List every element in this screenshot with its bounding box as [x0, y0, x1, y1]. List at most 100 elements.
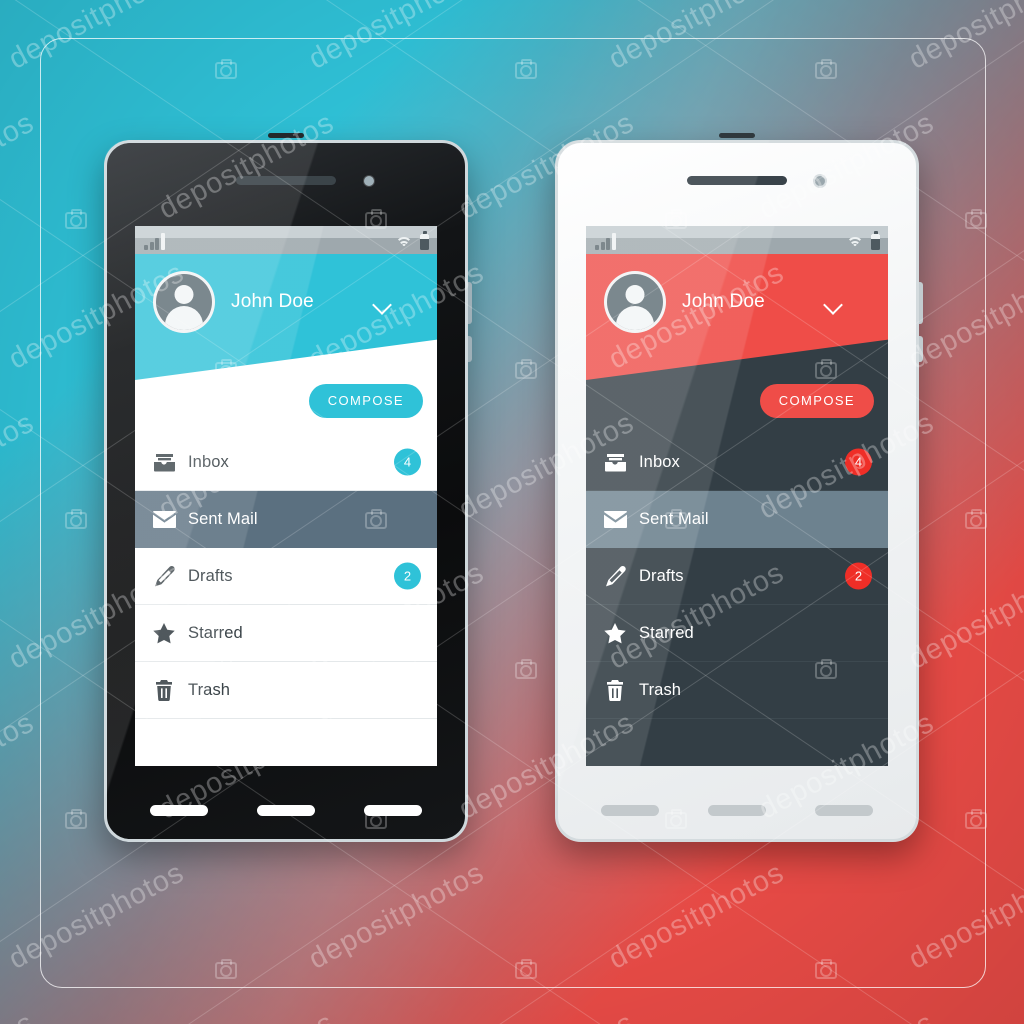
volume-up-button[interactable] — [919, 282, 923, 324]
watermark-text: depositphotos — [0, 406, 40, 526]
watermark-text: depositphotos — [603, 856, 790, 976]
pencil-icon — [602, 564, 628, 588]
profile-block[interactable]: John Doe — [153, 271, 314, 333]
camera-icon — [65, 209, 87, 229]
status-badge: 2 — [845, 562, 872, 590]
poster-canvas: John Doe COMPOSE Inbox 4 Sent Mail Draft… — [0, 0, 1024, 1024]
camera-icon — [215, 959, 237, 979]
camera-icon — [965, 809, 987, 829]
watermark-text: depositphotos — [303, 0, 490, 76]
sidebar-item-inbox[interactable]: Inbox 4 — [135, 434, 437, 491]
watermark-text: depositphotos — [0, 706, 40, 826]
navigation-keys — [104, 805, 468, 816]
trash-icon — [602, 678, 628, 702]
sidebar-item-label: Drafts — [188, 566, 233, 585]
star-icon — [602, 621, 628, 645]
recents-key[interactable] — [363, 805, 422, 816]
speaker-grille — [687, 176, 787, 185]
app-header: John Doe — [586, 254, 888, 380]
back-key[interactable] — [601, 805, 660, 816]
recents-key[interactable] — [814, 805, 873, 816]
sidebar-item-label: Starred — [188, 623, 243, 642]
app-header: John Doe — [135, 254, 437, 380]
sidebar-item-inbox[interactable]: Inbox 4 — [586, 434, 888, 491]
sidebar-item-trash[interactable]: Trash — [135, 662, 437, 719]
front-camera-icon — [815, 176, 825, 186]
avatar[interactable] — [604, 271, 666, 333]
status-bar-right — [846, 231, 880, 250]
sidebar-item-trash[interactable]: Trash — [586, 662, 888, 719]
wifi-icon — [395, 237, 412, 250]
compose-wrap: COMPOSE — [308, 384, 423, 418]
watermark-text: depositphotos — [903, 556, 1024, 676]
watermark-text: depositphotos — [903, 0, 1024, 76]
home-key[interactable] — [707, 805, 766, 816]
star-icon — [151, 621, 177, 645]
mail-app-red: John Doe COMPOSE Inbox 4 Sent Mail Draft… — [586, 254, 888, 766]
inbox-icon — [602, 450, 628, 474]
watermark-text: depositphotos — [0, 106, 40, 226]
watermark-text: depositphotos — [454, 1006, 640, 1024]
watermark-text: depositphotos — [603, 0, 790, 76]
sidebar-item-label: Inbox — [188, 452, 229, 471]
wifi-icon — [846, 237, 863, 250]
chevron-down-icon[interactable] — [374, 298, 391, 315]
user-name: John Doe — [682, 291, 765, 312]
screen-light: John Doe COMPOSE Inbox 4 Sent Mail Draft… — [586, 226, 888, 766]
home-key[interactable] — [256, 805, 315, 816]
watermark-text: depositphotos — [903, 856, 1024, 976]
status-bar — [586, 226, 888, 254]
signal-bars-icon — [144, 233, 165, 250]
avatar[interactable] — [153, 271, 215, 333]
chevron-down-icon[interactable] — [825, 298, 842, 315]
top-earpiece-slot — [268, 133, 304, 138]
compose-button[interactable]: COMPOSE — [759, 384, 874, 418]
camera-icon — [515, 359, 537, 379]
nav-menu: Inbox 4 Sent Mail Drafts 2 Starred Trash — [135, 434, 437, 719]
back-key[interactable] — [150, 805, 209, 816]
volume-down-button[interactable] — [468, 336, 472, 362]
sidebar-item-sent-mail[interactable]: Sent Mail — [135, 491, 437, 548]
compose-button[interactable]: COMPOSE — [308, 384, 423, 418]
battery-icon — [871, 231, 880, 250]
envelope-icon — [602, 507, 628, 531]
sidebar-item-label: Sent Mail — [639, 509, 709, 528]
camera-icon — [815, 959, 837, 979]
camera-icon — [215, 59, 237, 79]
sidebar-item-label: Sent Mail — [188, 509, 258, 528]
camera-icon — [65, 809, 87, 829]
volume-up-button[interactable] — [468, 282, 472, 324]
phone-light: John Doe COMPOSE Inbox 4 Sent Mail Draft… — [555, 133, 923, 842]
watermark-text: depositphotos — [3, 0, 190, 76]
envelope-icon — [151, 507, 177, 531]
sidebar-item-drafts[interactable]: Drafts 2 — [135, 548, 437, 605]
camera-icon — [515, 59, 537, 79]
sidebar-item-starred[interactable]: Starred — [135, 605, 437, 662]
nav-menu: Inbox 4 Sent Mail Drafts 2 Starred Trash — [586, 434, 888, 719]
user-name: John Doe — [231, 291, 314, 312]
camera-icon — [515, 659, 537, 679]
sidebar-item-label: Drafts — [639, 566, 684, 585]
sidebar-item-drafts[interactable]: Drafts 2 — [586, 548, 888, 605]
trash-icon — [151, 678, 177, 702]
status-bar — [135, 226, 437, 254]
sidebar-item-sent-mail[interactable]: Sent Mail — [586, 491, 888, 548]
inbox-icon — [151, 450, 177, 474]
profile-block[interactable]: John Doe — [604, 271, 765, 333]
watermark-text: depositphotos — [3, 856, 190, 976]
signal-bars-icon — [595, 233, 616, 250]
phone-dark: John Doe COMPOSE Inbox 4 Sent Mail Draft… — [104, 133, 472, 842]
pencil-icon — [151, 564, 177, 588]
sidebar-item-label: Inbox — [639, 452, 680, 471]
status-badge: 2 — [394, 562, 421, 590]
watermark-text: depositphotos — [754, 1006, 940, 1024]
sidebar-item-starred[interactable]: Starred — [586, 605, 888, 662]
camera-icon — [515, 959, 537, 979]
watermark-text: depositphotos — [0, 1006, 40, 1024]
mail-app-cyan: John Doe COMPOSE Inbox 4 Sent Mail Draft… — [135, 254, 437, 766]
speaker-grille — [236, 176, 336, 185]
screen-dark: John Doe COMPOSE Inbox 4 Sent Mail Draft… — [135, 226, 437, 766]
front-camera-icon — [364, 176, 374, 186]
status-badge: 4 — [394, 448, 421, 476]
volume-down-button[interactable] — [919, 336, 923, 362]
